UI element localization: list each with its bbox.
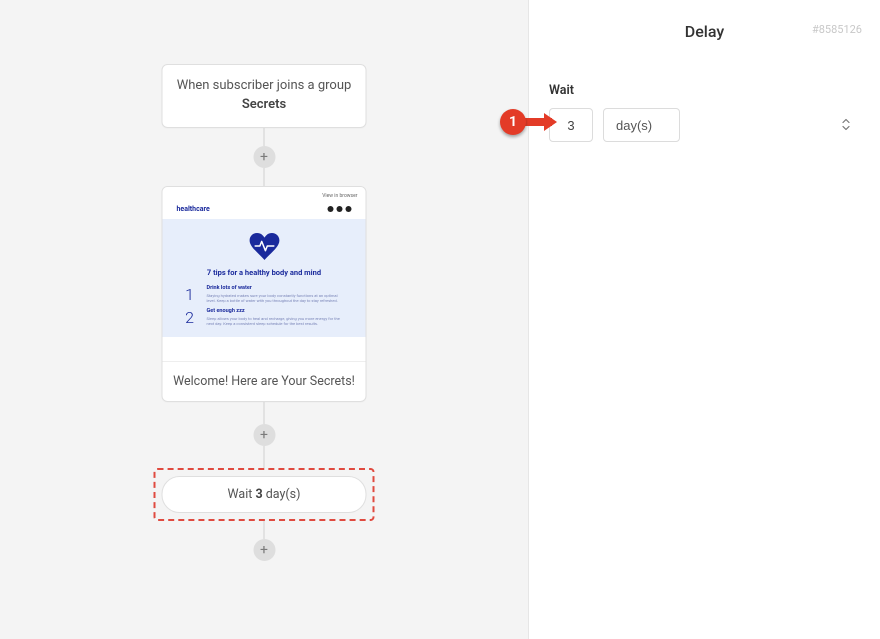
connector [264,446,265,468]
connector [264,402,265,424]
email-hero-title: 7 tips for a healthy body and mind [177,268,352,277]
tip-heading: Get enough zzz [207,308,346,314]
connector [264,521,265,539]
wait-value-input[interactable] [549,108,593,142]
trigger-group: Secrets [242,97,286,112]
email-node[interactable]: View in browser healthcare 7 tips for a … [162,186,367,402]
tip-body: Staying hydrated makes sure your body co… [207,293,346,303]
tip-row: 1 Drink lots of water Staying hydrated m… [177,283,352,306]
delay-value: 3 [255,487,262,502]
tip-number: 1 [183,285,197,304]
delay-unit: day(s) [266,487,301,502]
delay-node-selection: Wait 3 day(s) [154,468,375,521]
tip-row: 2 Get enough zzz Sleep allows your body … [177,306,352,329]
delay-prefix: Wait [228,487,253,502]
add-step-button[interactable]: + [253,424,275,446]
workflow-canvas[interactable]: When subscriber joins a group Secrets + … [0,0,528,639]
sidebar-id: #8585126 [812,23,862,36]
wait-label: Wait [549,83,860,98]
connector [264,168,265,186]
delay-node[interactable]: Wait 3 day(s) [162,476,367,513]
wait-unit-select[interactable]: day(s) [603,108,680,142]
tip-heading: Drink lots of water [207,285,346,291]
email-caption: Welcome! Here are Your Secrets! [163,361,366,401]
social-icons [328,206,352,212]
view-in-browser-label: View in browser [322,193,357,199]
email-preview: View in browser healthcare 7 tips for a … [163,187,366,361]
tip-body: Sleep allows your body to heal and recha… [207,316,346,326]
add-step-button[interactable]: + [253,146,275,168]
trigger-text: When subscriber joins a group [177,78,352,93]
heart-icon [249,233,279,260]
tip-number: 2 [183,308,197,327]
add-step-button[interactable]: + [253,539,275,561]
email-brand: healthcare [177,205,210,213]
chevron-up-down-icon [842,119,850,132]
trigger-node[interactable]: When subscriber joins a group Secrets [162,64,367,128]
connector [264,128,265,146]
sidebar-panel: Delay #8585126 Wait day(s) [528,0,880,639]
